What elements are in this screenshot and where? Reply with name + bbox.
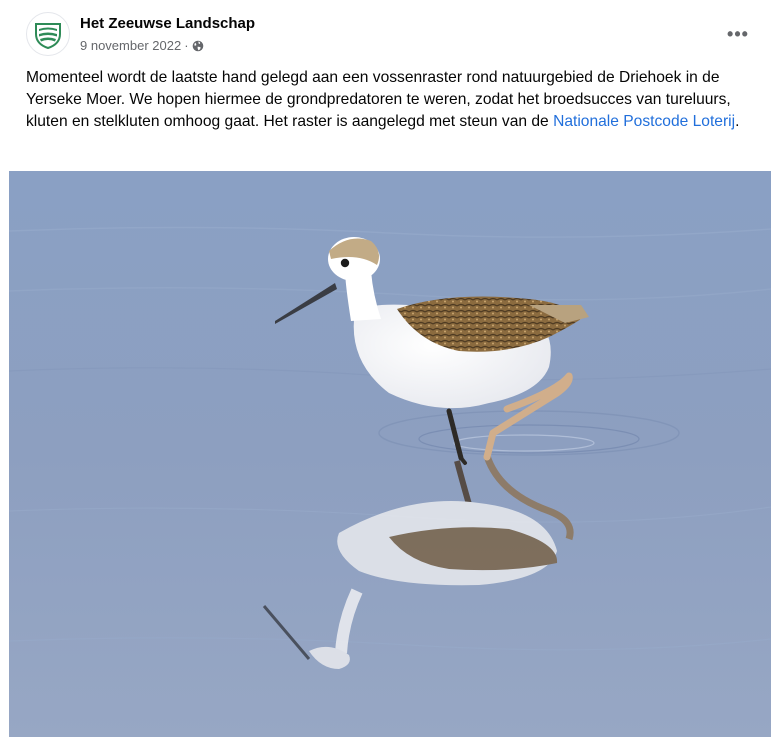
- post-meta: 9 november 2022 ·: [80, 38, 204, 53]
- more-options-button[interactable]: •••: [724, 22, 752, 46]
- post-text: Momenteel wordt de laatste hand gelegd a…: [26, 67, 756, 133]
- post-date[interactable]: 9 november 2022: [80, 38, 181, 53]
- page-name-link[interactable]: Het Zeeuwse Landschap: [80, 15, 255, 32]
- meta-separator: ·: [184, 38, 189, 53]
- globe-icon[interactable]: [192, 40, 204, 52]
- post-text-end: .: [735, 113, 740, 130]
- page-avatar[interactable]: [26, 12, 70, 56]
- facebook-post: Het Zeeuwse Landschap 9 november 2022 · …: [0, 0, 771, 737]
- landschap-logo-icon: [35, 23, 61, 50]
- post-photo[interactable]: [9, 171, 771, 737]
- more-options-icon: •••: [727, 23, 749, 44]
- post-header: Het Zeeuwse Landschap 9 november 2022 · …: [26, 12, 756, 60]
- bird-photo-image: [9, 171, 771, 737]
- nationale-postcode-loterij-link[interactable]: Nationale Postcode Loterij: [553, 113, 735, 130]
